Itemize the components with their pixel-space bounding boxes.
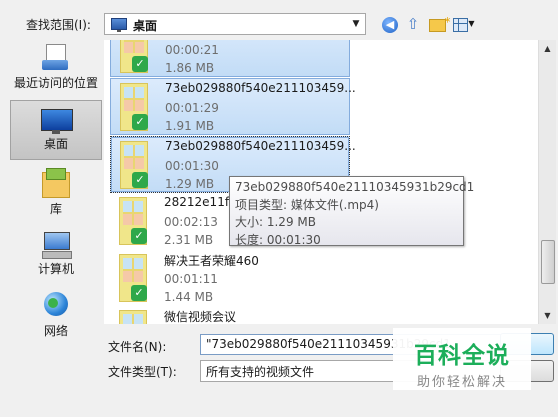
file-size: 1.86 MB (165, 61, 215, 75)
desktop-icon (39, 107, 73, 135)
tooltip-type: 项目类型: 媒体文件(.mp4) (235, 197, 379, 212)
file-duration: 00:02:13 (164, 215, 218, 229)
file-duration: 00:01:11 (164, 272, 218, 286)
list-item[interactable]: ✓ 73eb029880f540e211103459... 00:01:29 1… (110, 78, 356, 135)
list-item[interactable]: ✓ 00:00:21 1.86 MB (110, 40, 350, 77)
place-label: 库 (49, 202, 62, 216)
place-label: 网络 (43, 324, 68, 338)
file-duration: 00:00:21 (165, 43, 219, 57)
list-item[interactable]: ✓ 微信视频会议 (110, 306, 350, 324)
watermark-title: 百科全说 (414, 343, 510, 369)
file-name: 微信视频会议 (164, 310, 237, 324)
watermark-subtitle: 助你轻松解决 (416, 375, 507, 390)
file-name: 解决王者荣耀460 (164, 254, 259, 268)
file-info-tooltip: 73eb029880f540e21110345931b29cd1 项目类型: 媒… (229, 176, 475, 247)
places-bar: 最近访问的位置 桌面 库 计算机 网络 (8, 40, 104, 350)
file-size: 2.31 MB (164, 233, 214, 247)
network-icon (40, 290, 72, 322)
file-duration: 00:01:29 (165, 101, 219, 115)
video-thumbnail-icon: ✓ (120, 141, 148, 189)
new-folder-button[interactable] (427, 12, 451, 34)
scroll-up-icon[interactable]: ▲ (539, 40, 556, 57)
filetype-label: 文件类型(T): (108, 365, 177, 379)
place-recent[interactable]: 最近访问的位置 (10, 42, 102, 98)
tooltip-length: 长度: 00:01:30 (235, 232, 321, 247)
place-label: 最近访问的位置 (13, 76, 98, 90)
scroll-down-icon[interactable]: ▼ (539, 307, 556, 324)
file-name: 73eb029880f540e211103459... (165, 139, 356, 153)
video-thumbnail-icon: ✓ (119, 197, 147, 245)
video-thumbnail-icon: ✓ (120, 83, 148, 131)
file-name: 73eb029880f540e211103459... (165, 81, 356, 95)
file-size: 1.29 MB (165, 177, 215, 191)
chevron-down-icon: ▼ (468, 19, 475, 28)
view-menu-icon (453, 18, 469, 32)
place-libraries[interactable]: 库 (10, 168, 102, 220)
libraries-icon (40, 168, 72, 200)
place-network[interactable]: 网络 (10, 290, 102, 342)
file-size: 1.91 MB (165, 119, 215, 133)
view-menu-button[interactable]: ▼ (451, 14, 477, 34)
filename-label: 文件名(N): (108, 340, 167, 354)
tooltip-filename: 73eb029880f540e21110345931b29cd1 (235, 180, 475, 194)
file-name: 28212e11f1 (164, 195, 237, 209)
place-computer[interactable]: 计算机 (10, 230, 102, 282)
back-button[interactable]: ◀ (380, 14, 400, 34)
list-item[interactable]: ✓ 解决王者荣耀460 00:01:11 1.44 MB (110, 250, 350, 307)
computer-icon (40, 230, 72, 260)
up-folder-icon: ⇧ (406, 15, 420, 33)
chevron-down-icon[interactable]: ▼ (347, 14, 365, 34)
look-in-value: 桌面 (133, 19, 158, 33)
desktop-icon (111, 18, 127, 32)
scrollbar-thumb[interactable] (541, 240, 555, 284)
file-duration: 00:01:30 (165, 159, 219, 173)
watermark: 百科全说 助你轻松解决 (393, 328, 531, 390)
video-thumbnail-icon: ✓ (120, 40, 148, 73)
video-thumbnail-icon: ✓ (119, 254, 147, 302)
up-folder-button[interactable]: ⇧ (403, 14, 423, 34)
vertical-scrollbar[interactable]: ▲ ▼ (538, 40, 556, 324)
video-thumbnail-icon: ✓ (119, 310, 147, 324)
new-folder-icon (428, 12, 451, 32)
back-icon: ◀ (382, 17, 398, 33)
place-label: 桌面 (43, 137, 68, 151)
look-in-label: 查找范围(I): (26, 18, 91, 32)
file-size: 1.44 MB (164, 290, 214, 304)
place-label: 计算机 (37, 262, 74, 276)
look-in-dropdown[interactable]: 桌面 ▼ (104, 13, 366, 35)
recent-places-icon (41, 42, 71, 74)
tooltip-size: 大小: 1.29 MB (235, 215, 316, 229)
place-desktop[interactable]: 桌面 (10, 100, 102, 160)
